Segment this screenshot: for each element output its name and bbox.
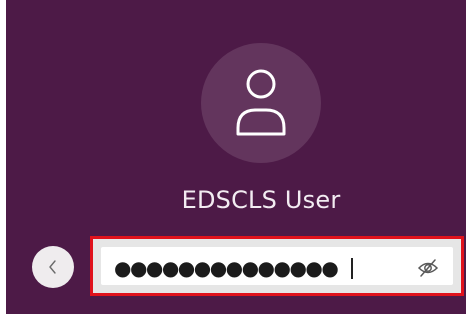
user-icon — [236, 69, 286, 136]
password-input[interactable]: ●●●●●●●●●●●●●● — [101, 247, 453, 285]
login-screen: EDSCLS User ●●●●●●●●●●●●●● — [6, 0, 466, 314]
chevron-left-icon — [49, 260, 56, 274]
text-caret — [351, 258, 353, 279]
username-label: EDSCLS User — [181, 186, 341, 214]
back-button[interactable] — [32, 246, 74, 288]
password-field-highlight: ●●●●●●●●●●●●●● — [90, 236, 464, 296]
user-avatar — [201, 43, 321, 163]
password-masked-value: ●●●●●●●●●●●●●● — [114, 256, 339, 280]
eye-slash-icon[interactable] — [417, 258, 439, 278]
